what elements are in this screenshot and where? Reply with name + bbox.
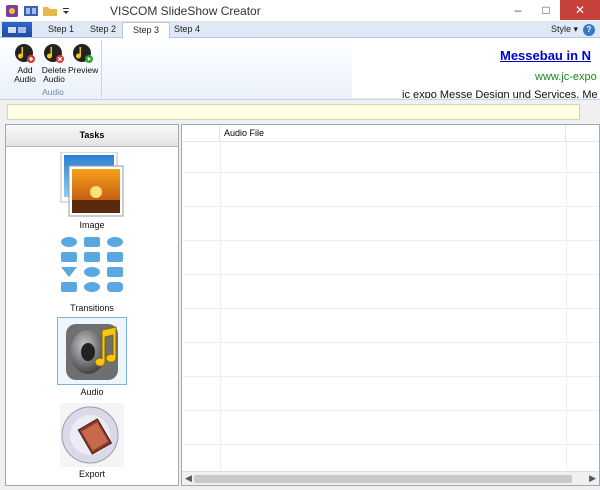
audio-file-list[interactable]: Audio File ◀ ▶: [181, 124, 600, 486]
scroll-left-icon[interactable]: ◀: [185, 473, 192, 484]
grid-divider: [182, 342, 599, 343]
ad-headline-link[interactable]: Messebau in N: [500, 48, 591, 63]
dropdown-icon[interactable]: [61, 3, 71, 19]
scroll-right-icon[interactable]: ▶: [589, 473, 596, 484]
preview-icon: [72, 42, 94, 64]
tasks-panel: Tasks Image Transitions Audio Export: [5, 124, 179, 486]
tasks-header: Tasks: [6, 125, 178, 147]
window-title: VISCOM SlideShow Creator: [110, 4, 261, 18]
image-thumbnail-icon: [59, 151, 125, 218]
ad-url[interactable]: www.jc-expo: [535, 71, 597, 83]
task-image[interactable]: Image: [6, 151, 178, 230]
task-transitions[interactable]: Transitions: [6, 235, 178, 313]
grid-divider: [182, 240, 599, 241]
grid-divider: [182, 172, 599, 173]
quick-access-toolbar: [4, 3, 71, 19]
list-grid: [182, 142, 599, 472]
grid-divider: [182, 308, 599, 309]
task-export-label: Export: [78, 469, 105, 479]
app-icon[interactable]: [4, 3, 20, 19]
tab-step-2[interactable]: Step 2: [80, 22, 126, 38]
grid-divider: [182, 444, 599, 445]
preview-button[interactable]: Preview: [68, 42, 98, 75]
add-audio-icon: [14, 42, 36, 64]
film-icon[interactable]: [23, 3, 39, 19]
maximize-icon[interactable]: □: [532, 0, 560, 20]
list-header: Audio File: [182, 125, 599, 142]
close-icon[interactable]: ✕: [560, 0, 600, 20]
task-audio[interactable]: Audio: [6, 317, 178, 397]
column-header-index[interactable]: [182, 125, 220, 142]
chevron-down-icon: ▾: [573, 24, 578, 34]
delete-audio-icon: [43, 42, 65, 64]
transitions-grid-icon: [59, 235, 125, 301]
scrollbar-thumb[interactable]: [194, 475, 572, 483]
style-menu-label: Style: [550, 24, 571, 34]
folder-icon[interactable]: [42, 3, 58, 19]
help-icon[interactable]: ?: [583, 24, 595, 36]
delete-audio-label-2: Audio: [43, 74, 65, 84]
horizontal-scrollbar[interactable]: ◀ ▶: [182, 471, 599, 485]
grid-divider: [220, 142, 221, 472]
grid-divider: [182, 206, 599, 207]
ribbon-tabs: Step 1 Step 2 Step 3 Step 4 Style ▾ ?: [0, 22, 600, 39]
preview-label: Preview: [68, 65, 99, 75]
grid-divider: [182, 376, 599, 377]
add-audio-button[interactable]: Add Audio: [10, 42, 40, 84]
application-menu-button[interactable]: [2, 22, 32, 37]
tab-step-3[interactable]: Step 3: [122, 22, 171, 39]
grid-divider: [566, 142, 567, 472]
task-image-label: Image: [79, 220, 105, 230]
audio-speaker-icon: [57, 317, 127, 385]
tab-step-1[interactable]: Step 1: [38, 22, 84, 38]
grid-divider: [182, 274, 599, 275]
grid-divider: [182, 410, 599, 411]
ad-banner[interactable]: Messebau in N www.jc-expo jc expo Messe …: [352, 40, 600, 98]
minimize-icon[interactable]: –: [504, 0, 532, 20]
column-header-audio-file[interactable]: Audio File: [220, 125, 566, 142]
title-bar: VISCOM SlideShow Creator – □ ✕: [0, 0, 600, 22]
ad-description: jc expo Messe Design und Services. Me: [402, 89, 598, 98]
task-audio-label: Audio: [80, 387, 104, 397]
ribbon-group-audio: Add Audio Delete Audio Preview Audio: [8, 40, 102, 98]
ribbon-group-label: Audio: [42, 87, 64, 97]
delete-audio-button[interactable]: Delete Audio: [39, 42, 69, 84]
add-audio-label-2: Audio: [14, 74, 36, 84]
export-disc-icon: [58, 403, 126, 467]
tab-step-4[interactable]: Step 4: [164, 22, 210, 38]
task-export[interactable]: Export: [6, 403, 178, 479]
info-strip: [7, 104, 580, 120]
task-transitions-label: Transitions: [70, 303, 114, 313]
style-menu[interactable]: Style ▾: [551, 24, 578, 35]
